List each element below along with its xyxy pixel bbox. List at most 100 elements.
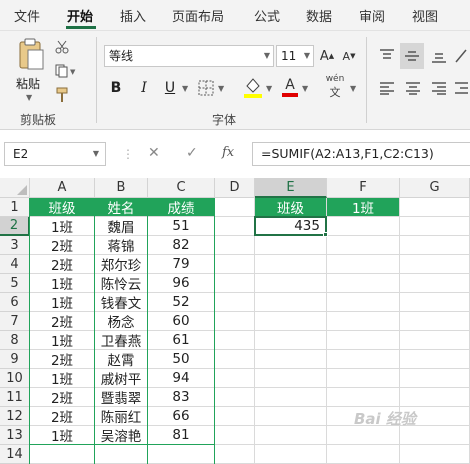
table-header-cell[interactable]: 成绩 bbox=[148, 198, 214, 216]
table-cell[interactable]: 1班 bbox=[30, 274, 94, 292]
underline-dropdown-icon[interactable]: ▼ bbox=[182, 84, 188, 93]
column-header-g[interactable]: G bbox=[400, 178, 470, 198]
insert-function-button[interactable]: fx bbox=[222, 145, 234, 160]
tab-formulas[interactable]: 公式 bbox=[254, 6, 280, 25]
row-header-3[interactable]: 3 bbox=[0, 236, 30, 255]
enter-icon[interactable]: ✓ bbox=[186, 145, 198, 161]
table-cell[interactable]: 戚树平 bbox=[95, 369, 147, 387]
cancel-icon[interactable]: ✕ bbox=[148, 145, 160, 161]
table-cell[interactable]: 82 bbox=[148, 236, 214, 254]
tab-page-layout[interactable]: 页面布局 bbox=[172, 6, 224, 25]
table-cell[interactable]: 94 bbox=[148, 369, 214, 387]
table-cell[interactable]: 2班 bbox=[30, 255, 94, 273]
table-cell[interactable]: 赵霄 bbox=[95, 350, 147, 368]
align-left-icon[interactable] bbox=[376, 77, 398, 99]
row-header-12[interactable]: 12 bbox=[0, 407, 30, 426]
row-header-9[interactable]: 9 bbox=[0, 350, 30, 369]
table-cell[interactable]: 83 bbox=[148, 388, 214, 406]
fill-handle[interactable] bbox=[323, 232, 328, 237]
align-right-icon[interactable] bbox=[428, 77, 450, 99]
table-cell[interactable]: 卫春燕 bbox=[95, 331, 147, 349]
column-header-d[interactable]: D bbox=[215, 178, 255, 198]
table-cell[interactable]: 60 bbox=[148, 312, 214, 330]
table-cell[interactable]: 96 bbox=[148, 274, 214, 292]
criteria-value-cell[interactable]: 1班 bbox=[327, 198, 399, 216]
tab-review[interactable]: 审阅 bbox=[359, 6, 385, 25]
table-cell[interactable]: 81 bbox=[148, 426, 214, 444]
bottom-align-icon[interactable] bbox=[428, 45, 450, 67]
table-cell[interactable]: 郑尔珍 bbox=[95, 255, 147, 273]
tab-view[interactable]: 视图 bbox=[412, 6, 438, 25]
top-align-icon[interactable] bbox=[376, 45, 398, 67]
table-cell[interactable]: 79 bbox=[148, 255, 214, 273]
font-size-select[interactable]: 11 ▼ bbox=[276, 45, 314, 67]
middle-align-icon[interactable] bbox=[400, 43, 424, 69]
table-cell[interactable]: 1班 bbox=[30, 331, 94, 349]
table-cell[interactable]: 1班 bbox=[30, 217, 94, 235]
table-cell[interactable]: 陈怜云 bbox=[95, 274, 147, 292]
row-header-14[interactable]: 14 bbox=[0, 445, 30, 464]
table-cell[interactable]: 51 bbox=[148, 217, 214, 235]
format-painter-icon[interactable] bbox=[54, 87, 70, 103]
underline-button[interactable]: U bbox=[160, 77, 180, 99]
table-cell[interactable]: 2班 bbox=[30, 350, 94, 368]
criteria-label-cell[interactable]: 班级 bbox=[255, 198, 326, 216]
table-cell[interactable]: 魏眉 bbox=[95, 217, 147, 235]
font-color-icon[interactable]: A bbox=[280, 75, 300, 99]
table-cell[interactable]: 61 bbox=[148, 331, 214, 349]
name-box[interactable]: E2 ▼ bbox=[4, 142, 106, 166]
decrease-font-icon[interactable]: A ▼ bbox=[340, 45, 358, 67]
row-header-13[interactable]: 13 bbox=[0, 426, 30, 445]
table-cell[interactable]: 1班 bbox=[30, 426, 94, 444]
font-color-dropdown-icon[interactable]: ▼ bbox=[302, 84, 308, 93]
font-size-dropdown-icon[interactable]: ▼ bbox=[304, 46, 310, 66]
tab-data[interactable]: 数据 bbox=[306, 6, 332, 25]
paste-icon[interactable] bbox=[14, 37, 48, 73]
increase-font-icon[interactable]: A ▲ bbox=[318, 45, 336, 67]
column-header-b[interactable]: B bbox=[95, 178, 148, 198]
tab-file[interactable]: 文件 bbox=[14, 6, 40, 25]
row-header-1[interactable]: 1 bbox=[0, 198, 30, 217]
table-header-cell[interactable]: 姓名 bbox=[95, 198, 147, 216]
phonetic-icon[interactable]: wén 文 bbox=[322, 74, 348, 99]
row-header-6[interactable]: 6 bbox=[0, 293, 30, 312]
table-cell[interactable]: 陈丽红 bbox=[95, 407, 147, 425]
row-header-7[interactable]: 7 bbox=[0, 312, 30, 331]
table-cell[interactable]: 66 bbox=[148, 407, 214, 425]
select-all-corner[interactable] bbox=[0, 178, 30, 198]
table-cell[interactable]: 2班 bbox=[30, 407, 94, 425]
fill-color-icon[interactable] bbox=[242, 75, 264, 99]
bold-button[interactable]: B bbox=[106, 77, 126, 99]
table-cell[interactable]: 杨念 bbox=[95, 312, 147, 330]
paste-button[interactable]: 粘贴 bbox=[16, 75, 40, 92]
tab-home[interactable]: 开始 bbox=[67, 6, 93, 25]
orientation-icon[interactable] bbox=[452, 45, 470, 67]
row-header-11[interactable]: 11 bbox=[0, 388, 30, 407]
column-header-c[interactable]: C bbox=[148, 178, 215, 198]
row-header-10[interactable]: 10 bbox=[0, 369, 30, 388]
formula-input[interactable]: =SUMIF(A2:A13,F1,C2:C13) bbox=[252, 142, 470, 166]
font-name-select[interactable]: 等线 ▼ bbox=[104, 45, 274, 67]
table-cell[interactable]: 蒋锦 bbox=[95, 236, 147, 254]
table-header-cell[interactable]: 班级 bbox=[30, 198, 94, 216]
border-dropdown-icon[interactable]: ▼ bbox=[218, 84, 224, 93]
italic-button[interactable]: I bbox=[134, 77, 154, 99]
cut-icon[interactable] bbox=[54, 39, 70, 55]
column-header-f[interactable]: F bbox=[327, 178, 400, 198]
phonetic-dropdown-icon[interactable]: ▼ bbox=[350, 84, 356, 93]
table-cell[interactable]: 50 bbox=[148, 350, 214, 368]
row-header-2[interactable]: 2 bbox=[0, 217, 30, 236]
table-cell[interactable]: 2班 bbox=[30, 312, 94, 330]
font-name-dropdown-icon[interactable]: ▼ bbox=[264, 46, 270, 66]
table-cell[interactable]: 1班 bbox=[30, 293, 94, 311]
border-icon[interactable] bbox=[196, 77, 216, 99]
table-cell[interactable]: 钱春文 bbox=[95, 293, 147, 311]
indent-icon[interactable] bbox=[452, 77, 470, 99]
column-header-a[interactable]: A bbox=[30, 178, 95, 198]
fill-color-dropdown-icon[interactable]: ▼ bbox=[266, 84, 272, 93]
column-header-e[interactable]: E bbox=[255, 178, 327, 198]
table-cell[interactable]: 暨翡翠 bbox=[95, 388, 147, 406]
align-center-icon[interactable] bbox=[402, 77, 424, 99]
paste-dropdown-icon[interactable]: ▼ bbox=[26, 93, 32, 102]
table-cell[interactable]: 吴溶艳 bbox=[95, 426, 147, 444]
